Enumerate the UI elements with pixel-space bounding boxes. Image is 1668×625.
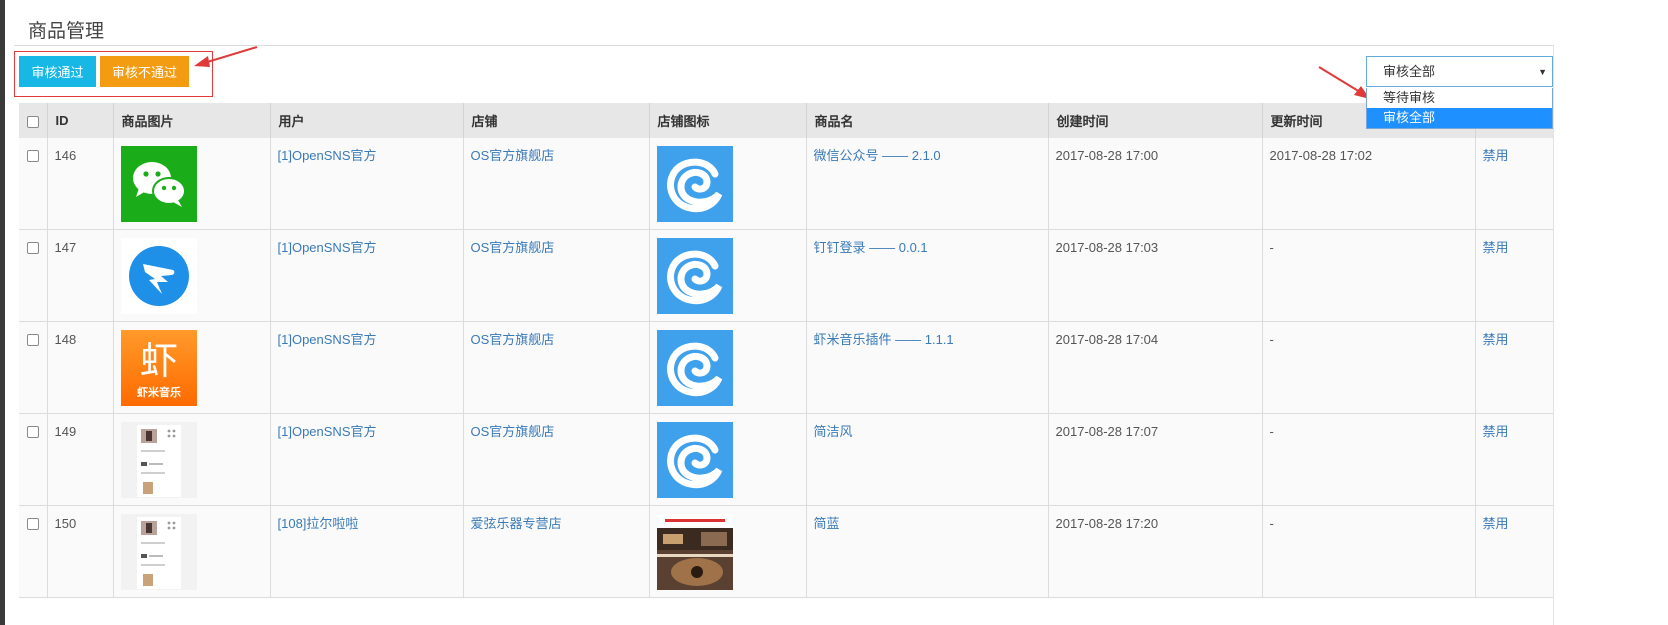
review-status-select[interactable]: 审核全部 ▼: [1366, 56, 1553, 87]
row-checkbox[interactable]: [26, 334, 39, 346]
cell-product-name[interactable]: 虾米音乐插件 —— 1.1.1: [805, 321, 1048, 414]
opensns-logo-icon[interactable]: [656, 330, 733, 406]
page-title: 商品管理: [28, 21, 105, 42]
cell-id: 149: [46, 413, 113, 506]
cell-action: 禁用: [1474, 321, 1553, 414]
cell-action: 禁用: [1474, 505, 1553, 598]
reject-button[interactable]: 审核不通过: [100, 56, 189, 87]
cell-action: 禁用: [1474, 229, 1553, 322]
header-product-image: 商品图片: [112, 103, 270, 138]
select-all-cell: [19, 103, 47, 138]
opensns-logo-icon[interactable]: [656, 238, 733, 314]
cell-product-image: [112, 229, 270, 322]
cell-updated-time: 2017-08-28 17:02: [1261, 138, 1475, 230]
review-status-dropdown: 等待审核 审核全部: [1366, 88, 1553, 129]
cell-created-time: 2017-08-28 17:04: [1047, 321, 1262, 414]
table-row: 147 [1]OpenSNS官方 OS官方旗舰店 钉钉登录 —— 0.0.1 2…: [19, 229, 1553, 322]
cell-user[interactable]: [1]OpenSNS官方: [269, 138, 463, 230]
row-checkbox[interactable]: [26, 150, 39, 162]
disable-link[interactable]: 禁用: [1483, 506, 1547, 531]
disable-link[interactable]: 禁用: [1483, 138, 1547, 163]
cell-id: 146: [46, 138, 113, 230]
header-user: 用户: [269, 103, 463, 138]
cell-created-time: 2017-08-28 17:20: [1047, 505, 1262, 598]
xiami-glyph: 虾: [139, 339, 177, 383]
cell-updated-time: -: [1261, 505, 1475, 598]
dropdown-option-pending[interactable]: 等待审核: [1367, 88, 1552, 108]
row-checkbox[interactable]: [26, 242, 39, 254]
cell-created-time: 2017-08-28 17:07: [1047, 413, 1262, 506]
disable-link[interactable]: 禁用: [1483, 230, 1547, 255]
cell-shop-icon: [648, 229, 806, 322]
row-checkbox[interactable]: [26, 426, 39, 438]
theme-preview-thumbnail[interactable]: [120, 422, 197, 498]
table-header-row: ID 商品图片 用户 店铺 店铺图标 商品名 创建时间 更新时间: [19, 103, 1553, 138]
cell-product-name[interactable]: 简蓝: [805, 505, 1048, 598]
cell-shop[interactable]: OS官方旗舰店: [462, 321, 649, 414]
xiami-caption: 虾米音乐: [137, 385, 181, 399]
cell-shop[interactable]: OS官方旗舰店: [462, 229, 649, 322]
cell-shop-icon: [648, 138, 806, 230]
select-all-checkbox[interactable]: [26, 115, 39, 128]
header-product-name: 商品名: [805, 103, 1048, 138]
table-row: 149 [1]OpenSNS官方 OS官方旗舰店 简洁风 2017-08-28 …: [19, 413, 1553, 506]
cell-shop[interactable]: OS官方旗舰店: [462, 138, 649, 230]
header-shop: 店铺: [462, 103, 649, 138]
header-shop-icon: 店铺图标: [648, 103, 806, 138]
cell-updated-time: -: [1261, 321, 1475, 414]
cell-user[interactable]: [1]OpenSNS官方: [269, 229, 463, 322]
dingtalk-icon[interactable]: [120, 238, 197, 314]
table-row: 146 [1]OpenSNS官方 OS官方旗舰店 微信公众号 —— 2.1.0 …: [19, 138, 1553, 230]
cell-shop-icon: [648, 413, 806, 506]
cell-updated-time: -: [1261, 229, 1475, 322]
cell-shop[interactable]: OS官方旗舰店: [462, 413, 649, 506]
opensns-logo-icon[interactable]: [656, 146, 733, 222]
cell-product-name[interactable]: 微信公众号 —— 2.1.0: [805, 138, 1048, 230]
opensns-logo-icon[interactable]: [656, 422, 733, 498]
disable-link[interactable]: 禁用: [1483, 322, 1547, 347]
cell-id: 148: [46, 321, 113, 414]
right-divider: [1553, 46, 1554, 625]
disable-link[interactable]: 禁用: [1483, 414, 1547, 439]
header-created-time: 创建时间: [1047, 103, 1262, 138]
cell-shop-icon: [648, 505, 806, 598]
cell-product-name[interactable]: 钉钉登录 —— 0.0.1: [805, 229, 1048, 322]
approve-button[interactable]: 审核通过: [19, 56, 96, 87]
cell-user[interactable]: [108]拉尔啦啦: [269, 505, 463, 598]
cell-user[interactable]: [1]OpenSNS官方: [269, 413, 463, 506]
annotation-arrow-left: [194, 46, 258, 67]
dropdown-option-all[interactable]: 审核全部: [1367, 108, 1552, 128]
xiami-music-icon[interactable]: 虾 虾米音乐: [120, 330, 197, 406]
cell-action: 禁用: [1474, 413, 1553, 506]
left-edge-bar: [0, 0, 5, 625]
cell-shop-icon: [648, 321, 806, 414]
table-row: 148 虾 虾米音乐 [1]OpenSNS官方 OS官方旗舰店 虾米音乐插件 —…: [19, 321, 1553, 414]
cell-id: 150: [46, 505, 113, 598]
cell-created-time: 2017-08-28 17:03: [1047, 229, 1262, 322]
cell-product-image: 虾 虾米音乐: [112, 321, 270, 414]
row-checkbox[interactable]: [26, 518, 39, 530]
theme-preview-thumbnail[interactable]: [120, 514, 197, 590]
cell-action: 禁用: [1474, 138, 1553, 230]
cell-product-image: [112, 505, 270, 598]
cell-updated-time: -: [1261, 413, 1475, 506]
table-row: 150 [108]拉尔啦啦 爱弦乐器专营店 简蓝 2017-08-28 17:2…: [19, 505, 1553, 598]
guitar-shop-photo[interactable]: [656, 514, 733, 590]
wechat-icon[interactable]: [120, 146, 197, 222]
select-value: 审核全部: [1383, 64, 1436, 79]
cell-product-image: [112, 413, 270, 506]
cell-user[interactable]: [1]OpenSNS官方: [269, 321, 463, 414]
cell-created-time: 2017-08-28 17:00: [1047, 138, 1262, 230]
header-id: ID: [46, 103, 113, 138]
cell-id: 147: [46, 229, 113, 322]
cell-shop[interactable]: 爱弦乐器专营店: [462, 505, 649, 598]
cell-product-image: [112, 138, 270, 230]
chevron-down-icon: ▼: [1538, 67, 1547, 77]
product-table: ID 商品图片 用户 店铺 店铺图标 商品名 创建时间 更新时间 146 [1]…: [19, 103, 1553, 598]
cell-product-name[interactable]: 简洁风: [805, 413, 1048, 506]
